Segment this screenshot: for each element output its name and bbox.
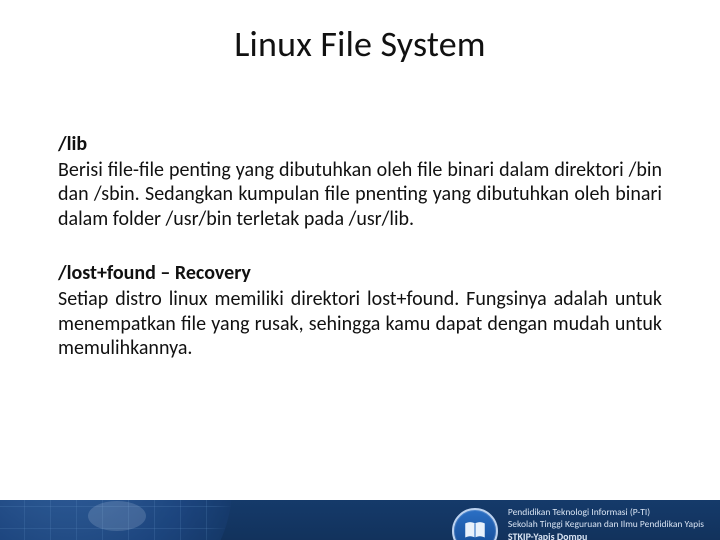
globe-graphic: [0, 500, 232, 540]
section-body: Berisi file-file penting yang dibutuhkan…: [58, 158, 662, 231]
footer-text-block: Pendidikan Teknologi Informasi (P-TI) Se…: [508, 507, 704, 540]
slide: Linux File System /lib Berisi file-file …: [0, 22, 720, 540]
slide-content: /lib Berisi file-file penting yang dibut…: [58, 132, 662, 390]
section-lostfound: /lost+found – Recovery Setiap distro lin…: [58, 261, 662, 360]
institution-logo-icon: [452, 508, 498, 540]
section-lib: /lib Berisi file-file penting yang dibut…: [58, 132, 662, 231]
footer-line-2: Sekolah Tinggi Keguruan dan Ilmu Pendidi…: [508, 519, 704, 531]
section-heading: /lost+found – Recovery: [58, 261, 662, 285]
slide-title: Linux File System: [0, 22, 720, 66]
section-body: Setiap distro linux memiliki direktori l…: [58, 287, 662, 360]
book-icon: [462, 518, 488, 540]
footer-line-3: STKIP-Yapis Dompu: [508, 531, 704, 540]
footer-right: Pendidikan Teknologi Informasi (P-TI) Se…: [452, 500, 704, 540]
section-heading: /lib: [58, 132, 662, 156]
slide-footer: Pendidikan Teknologi Informasi (P-TI) Se…: [0, 500, 720, 540]
